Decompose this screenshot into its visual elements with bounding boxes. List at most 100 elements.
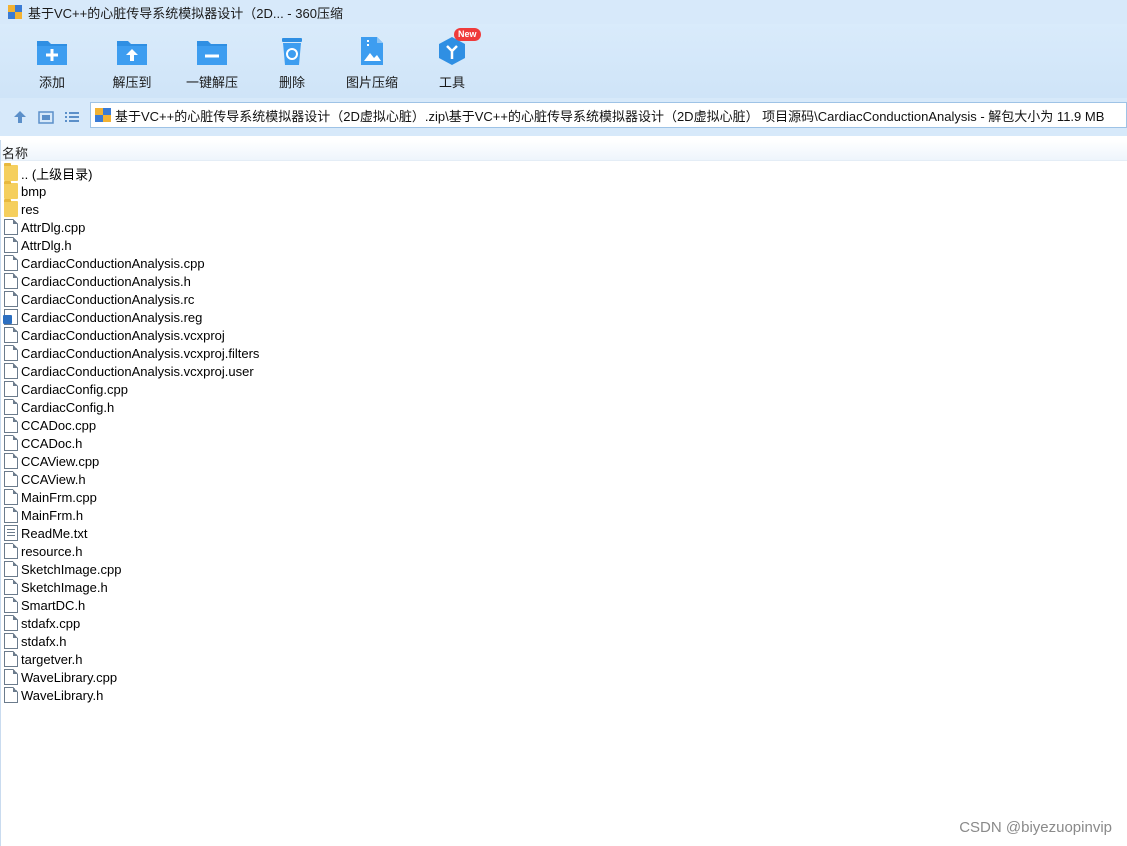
file-icon xyxy=(4,471,18,487)
file-icon xyxy=(4,345,18,361)
file-icon xyxy=(4,615,18,631)
file-row[interactable]: CardiacConductionAnalysis.cpp xyxy=(0,254,1127,272)
folder-icon xyxy=(4,199,18,217)
file-icon xyxy=(4,561,18,577)
file-name: targetver.h xyxy=(21,651,83,667)
folder-icon xyxy=(4,181,18,199)
file-row[interactable]: targetver.h xyxy=(0,650,1127,668)
file-row[interactable]: CCADoc.h xyxy=(0,434,1127,452)
file-name: SketchImage.cpp xyxy=(21,561,122,577)
file-row[interactable]: MainFrm.cpp xyxy=(0,488,1127,506)
app-logo-icon xyxy=(8,5,22,19)
recycle-bin-icon xyxy=(276,36,308,66)
file-name: CCADoc.h xyxy=(21,435,83,451)
file-name: resource.h xyxy=(21,543,83,559)
file-icon xyxy=(4,237,18,253)
file-name: CardiacConductionAnalysis.cpp xyxy=(21,255,205,271)
file-row[interactable]: CardiacConfig.h xyxy=(0,398,1127,416)
watermark: CSDN @biyezuopinvip xyxy=(959,819,1112,836)
file-name: WaveLibrary.cpp xyxy=(21,669,118,685)
file-name: CardiacConfig.h xyxy=(21,399,115,415)
file-name: SmartDC.h xyxy=(21,597,86,613)
file-row[interactable]: CardiacConductionAnalysis.rc xyxy=(0,290,1127,308)
file-icon xyxy=(4,687,18,703)
file-icon xyxy=(4,507,18,523)
window-title: 基于VC++的心脏传导系统模拟器设计（2D... - 360压缩 xyxy=(28,5,343,21)
folder-row[interactable]: .. (上级目录) xyxy=(0,163,1127,182)
tools-button[interactable]: New 工具 xyxy=(412,28,492,91)
file-icon xyxy=(4,453,18,469)
file-name: CardiacConductionAnalysis.reg xyxy=(21,309,203,325)
list-view-icon[interactable] xyxy=(63,108,81,126)
thumbnail-view-icon[interactable] xyxy=(37,108,55,126)
file-row[interactable]: MainFrm.h xyxy=(0,506,1127,524)
folder-row[interactable]: bmp xyxy=(0,181,1127,200)
file-row[interactable]: SmartDC.h xyxy=(0,596,1127,614)
address-bar: 基于VC++的心脏传导系统模拟器设计（2D虚拟心脏）.zip\基于VC++的心脏… xyxy=(0,98,1127,136)
file-row[interactable]: CardiacConductionAnalysis.vcxproj.user xyxy=(0,362,1127,380)
file-row[interactable]: CardiacConductionAnalysis.reg xyxy=(0,308,1127,326)
add-button[interactable]: 添加 xyxy=(12,36,92,91)
file-name: ReadMe.txt xyxy=(21,525,88,541)
file-row[interactable]: stdafx.cpp xyxy=(0,614,1127,632)
folder-row[interactable]: res xyxy=(0,199,1127,218)
file-icon xyxy=(4,651,18,667)
file-row[interactable]: CCAView.h xyxy=(0,470,1127,488)
file-icon xyxy=(4,579,18,595)
delete-button[interactable]: 删除 xyxy=(252,36,332,91)
file-row[interactable]: stdafx.h xyxy=(0,632,1127,650)
file-name: CCAView.cpp xyxy=(21,453,100,469)
file-name: WaveLibrary.h xyxy=(21,687,104,703)
file-row[interactable]: ReadMe.txt xyxy=(0,524,1127,542)
file-icon xyxy=(4,327,18,343)
file-icon xyxy=(4,417,18,433)
file-row[interactable]: resource.h xyxy=(0,542,1127,560)
file-row[interactable]: CCAView.cpp xyxy=(0,452,1127,470)
file-row[interactable]: WaveLibrary.h xyxy=(0,686,1127,704)
extract-to-button[interactable]: 解压到 xyxy=(92,36,172,91)
file-list: .. (上级目录) bmp res AttrDlg.cpp AttrDlg.h Cardi… xyxy=(0,163,1127,704)
file-row[interactable]: CardiacConductionAnalysis.vcxproj.filter… xyxy=(0,344,1127,362)
file-icon xyxy=(4,255,18,271)
column-header-name[interactable]: 名称 xyxy=(2,143,28,162)
new-badge: New xyxy=(454,28,481,41)
file-name: SketchImage.h xyxy=(21,579,108,595)
file-name: CardiacConductionAnalysis.vcxproj xyxy=(21,327,225,343)
file-row[interactable]: CardiacConductionAnalysis.vcxproj xyxy=(0,326,1127,344)
toolbar: 添加 解压到 一键解压 删除 图片压缩 New 工具 xyxy=(0,24,1127,98)
file-name: bmp xyxy=(21,183,47,199)
file-name: CardiacConfig.cpp xyxy=(21,381,128,397)
file-name: MainFrm.cpp xyxy=(21,489,97,505)
file-icon xyxy=(4,435,18,451)
file-name: CCADoc.cpp xyxy=(21,417,97,433)
file-row[interactable]: CardiacConductionAnalysis.h xyxy=(0,272,1127,290)
file-name: CardiacConductionAnalysis.h xyxy=(21,273,191,289)
file-row[interactable]: AttrDlg.cpp xyxy=(0,218,1127,236)
file-icon xyxy=(4,489,18,505)
file-row[interactable]: CardiacConfig.cpp xyxy=(0,380,1127,398)
file-icon xyxy=(4,399,18,415)
file-name: CCAView.h xyxy=(21,471,86,487)
folder-icon xyxy=(4,163,18,181)
file-row[interactable]: AttrDlg.h xyxy=(0,236,1127,254)
file-name: stdafx.cpp xyxy=(21,615,81,631)
one-click-extract-button[interactable]: 一键解压 xyxy=(172,36,252,91)
file-icon xyxy=(4,291,18,307)
file-name: res xyxy=(21,201,40,217)
file-row[interactable]: WaveLibrary.cpp xyxy=(0,668,1127,686)
file-icon xyxy=(4,381,18,397)
file-icon xyxy=(4,363,18,379)
file-name: .. (上级目录) xyxy=(21,166,93,182)
file-row[interactable]: SketchImage.cpp xyxy=(0,560,1127,578)
up-arrow-icon[interactable] xyxy=(11,108,29,126)
file-name: CardiacConductionAnalysis.vcxproj.filter… xyxy=(21,345,260,361)
file-row[interactable]: SketchImage.h xyxy=(0,578,1127,596)
image-compress-button[interactable]: 图片压缩 xyxy=(332,36,412,91)
add-label: 添加 xyxy=(38,75,65,90)
file-icon xyxy=(4,669,18,685)
extract-to-label: 解压到 xyxy=(112,75,152,90)
image-compress-label: 图片压缩 xyxy=(345,75,398,90)
path-field[interactable]: 基于VC++的心脏传导系统模拟器设计（2D虚拟心脏）.zip\基于VC++的心脏… xyxy=(90,102,1127,128)
file-row[interactable]: CCADoc.cpp xyxy=(0,416,1127,434)
folder-minus-icon xyxy=(196,36,228,66)
